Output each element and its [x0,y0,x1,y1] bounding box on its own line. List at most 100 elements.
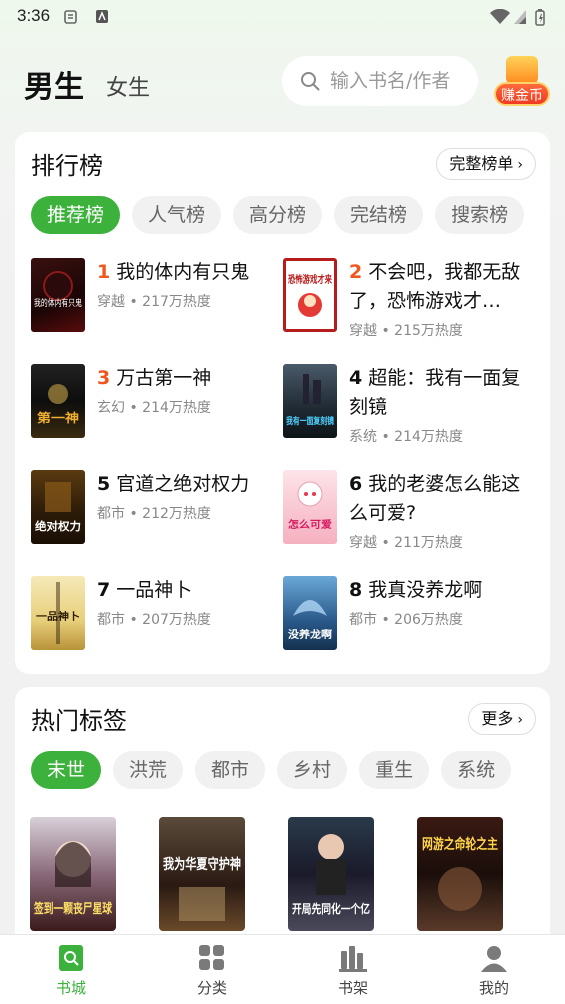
search-icon [301,72,320,91]
bottom-nav: 书城 分类 书架 我的 [0,934,565,1004]
svg-text:网游之命轮之主: 网游之命轮之主 [422,836,498,853]
nav-label: 书架 [337,979,368,997]
tag-book-cover[interactable]: 开局先同化一个亿 [288,817,374,931]
svg-text:签到一颗丧尸星球: 签到一颗丧尸星球 [33,901,112,917]
rank-number: 2 [349,261,363,283]
bookshelf-icon [339,946,367,972]
chip-high-score[interactable]: 高分榜 [233,196,323,234]
ranking-chip-row: 推荐榜 人气榜 高分榜 完结榜 搜索榜 [31,196,550,236]
chevron-right-icon: › [517,157,523,173]
rank-number: 1 [97,261,111,283]
signal-icon [514,10,526,24]
book-cover: 一品神卜 [31,576,85,650]
hot-tags-title: 热门标签 [31,707,127,735]
book-title: 官道之绝对权力 [116,473,250,495]
book-cover: 我的体内有只鬼 [31,258,85,332]
chip-tag[interactable]: 系统 [441,751,512,789]
book-cover: 恐怖游戏才来 [283,258,337,332]
tab-male[interactable]: 男生 [24,62,84,106]
rank-number: 7 [97,579,111,601]
profile-icon [481,946,507,972]
more-tags-button[interactable]: 更多 › [468,703,536,735]
chip-tag[interactable]: 洪荒 [113,751,184,789]
rank-item[interactable]: 没养龙啊 8 我真没养龙啊 都市 • 206万热度 [283,576,533,666]
book-title: 我的老婆怎么能这么可爱? [349,473,521,524]
rank-item[interactable]: 一品神卜 7 一品神卜 都市 • 207万热度 [31,576,281,666]
nav-label: 分类 [196,979,227,997]
top-header: 男生 女生 赚金币 [0,50,565,120]
book-cover: 绝对权力 [31,470,85,544]
status-time: 3:36 [17,6,51,25]
nav-label: 我的 [478,979,509,997]
nav-profile[interactable]: 我的 [454,943,534,999]
svg-text:我为华夏守护神: 我为华夏守护神 [163,856,241,873]
book-title: 我真没养龙啊 [368,579,483,601]
bookstore-icon [59,945,83,971]
rank-item[interactable]: 我有一面复刻镜 4超能：我有一面复刻镜 系统 • 214万热度 [283,364,533,454]
book-meta: 玄幻 • 214万热度 [97,400,211,416]
rank-number: 6 [349,473,363,495]
battery-icon [535,9,545,26]
svg-text:第一神: 第一神 [37,410,79,425]
nav-bookstore[interactable]: 书城 [31,943,111,999]
nav-label: 书城 [55,979,86,997]
book-meta: 都市 • 207万热度 [97,612,211,628]
book-meta: 都市 • 212万热度 [97,506,211,522]
app-notification-icon [96,10,108,23]
rank-number: 5 [97,473,111,495]
rank-item[interactable]: 第一神 3 万古第一神 玄幻 • 214万热度 [31,364,281,454]
tag-book-cover[interactable]: 我为华夏守护神 [159,817,245,931]
book-meta: 穿越 • 215万热度 [349,323,463,339]
book-title: 万古第一神 [116,367,212,389]
hot-tags-card: 热门标签 更多› 末世洪荒都市乡村重生系统 签到一颗丧尸星球 我为华夏守护神 开… [15,687,550,947]
rank-item[interactable]: 怎么可爱 6 我的老婆怎么能这么可爱? 穿越 • 211万热度 [283,470,533,560]
tag-book-cover[interactable]: 签到一颗丧尸星球 [30,817,116,931]
svg-text:我的体内有只鬼: 我的体内有只鬼 [34,297,82,309]
chevron-right-icon: › [517,712,523,728]
ranking-title: 排行榜 [31,152,103,180]
rank-number: 3 [97,367,111,389]
book-meta: 穿越 • 217万热度 [97,294,211,310]
search-input[interactable] [330,66,470,96]
tag-chip-row: 末世 洪荒 都市 乡村 重生 系统 [31,751,550,791]
book-title: 一品神卜 [116,579,193,601]
earn-coins-label: 赚金币 [494,82,550,106]
chip-popular[interactable]: 人气榜 [132,196,222,234]
book-title: 不会吧，我都无敌了，恐怖游戏才… [349,261,521,312]
svg-text:一品神卜: 一品神卜 [36,610,80,623]
search-bar[interactable] [282,56,478,106]
book-meta: 都市 • 206万热度 [349,612,463,628]
chip-tag[interactable]: 末世 [31,751,102,789]
chip-tag[interactable]: 重生 [359,751,430,789]
tab-female[interactable]: 女生 [106,70,150,102]
nav-bookshelf[interactable]: 书架 [313,943,393,999]
svg-text:开局先同化一个亿: 开局先同化一个亿 [292,901,370,916]
rank-number: 8 [349,579,363,601]
status-bar: 3:36 [0,0,565,34]
book-cover: 第一神 [31,364,85,438]
category-icon [199,945,224,970]
rank-item[interactable]: 绝对权力 5 官道之绝对权力 都市 • 212万热度 [31,470,281,560]
chip-search[interactable]: 搜索榜 [435,196,525,234]
tag-book-cover[interactable]: 网游之命轮之主 [417,817,503,931]
ranking-card: 排行榜 完整榜单› 推荐榜人气榜高分榜完结榜搜索榜 我的体内有只鬼 1我的体内有… [15,132,550,674]
chip-tag[interactable]: 都市 [195,751,266,789]
book-cover: 没养龙啊 [283,576,337,650]
book-cover: 怎么可爱 [283,470,337,544]
full-ranking-button[interactable]: 完整榜单 › [436,148,536,180]
full-ranking-label: 完整榜单 [449,154,514,173]
svg-text:恐怖游戏才来: 恐怖游戏才来 [288,273,333,286]
earn-coins-button[interactable]: 赚金币 [494,56,552,110]
chip-tag[interactable]: 乡村 [277,751,348,789]
wifi-icon [490,9,510,24]
book-meta: 系统 • 214万热度 [349,429,463,445]
rank-item[interactable]: 我的体内有只鬼 1我的体内有只鬼 穿越 • 217万热度 [31,258,281,348]
book-cover: 我有一面复刻镜 [283,364,337,438]
nav-category[interactable]: 分类 [172,943,252,999]
book-title: 超能：我有一面复刻镜 [349,367,521,418]
rank-item[interactable]: 恐怖游戏才来 2不会吧，我都无敌了，恐怖游戏才… 穿越 • 215万热度 [283,258,533,348]
notification-icon [64,10,77,24]
chip-recommended[interactable]: 推荐榜 [31,196,121,234]
chip-completed[interactable]: 完结榜 [334,196,424,234]
book-meta: 穿越 • 211万热度 [349,535,463,551]
